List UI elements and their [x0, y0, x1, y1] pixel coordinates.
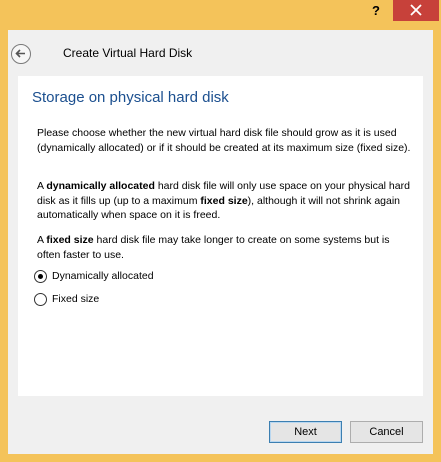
wizard-header: Create Virtual Hard Disk: [8, 30, 433, 70]
dynamic-explanation-paragraph: A dynamically allocated hard disk file w…: [37, 179, 415, 223]
fixed-explanation-paragraph: A fixed size hard disk file may take lon…: [37, 233, 415, 262]
close-icon: [410, 4, 422, 16]
dialog-window: ? Create Virtual Hard Disk Storage on ph…: [0, 0, 441, 462]
dialog-title: Create Virtual Hard Disk: [63, 46, 193, 60]
title-bar: ?: [0, 0, 441, 30]
radio-button[interactable]: [34, 293, 47, 306]
cancel-button[interactable]: Cancel: [350, 421, 423, 443]
close-button[interactable]: [393, 0, 439, 21]
radio-button-selected[interactable]: [34, 270, 47, 283]
bold-term: dynamically allocated: [46, 180, 155, 192]
dialog-client-area: Create Virtual Hard Disk Storage on phys…: [8, 30, 433, 454]
text-span: A: [37, 180, 47, 192]
help-button[interactable]: ?: [366, 2, 386, 20]
next-button[interactable]: Next: [269, 421, 342, 443]
page-title: Storage on physical hard disk: [32, 89, 229, 106]
radio-label: Fixed size: [52, 293, 100, 305]
description-paragraph: Please choose whether the new virtual ha…: [37, 127, 411, 154]
bold-term: fixed size: [46, 234, 94, 246]
arrow-left-icon: [15, 49, 25, 58]
radio-label: Dynamically allocated: [52, 270, 154, 282]
content-panel: Storage on physical hard disk Please cho…: [18, 76, 423, 396]
back-button[interactable]: [11, 44, 31, 64]
text-span: A: [37, 234, 47, 246]
radio-dot: [38, 274, 43, 279]
bold-term: fixed size: [200, 194, 248, 207]
